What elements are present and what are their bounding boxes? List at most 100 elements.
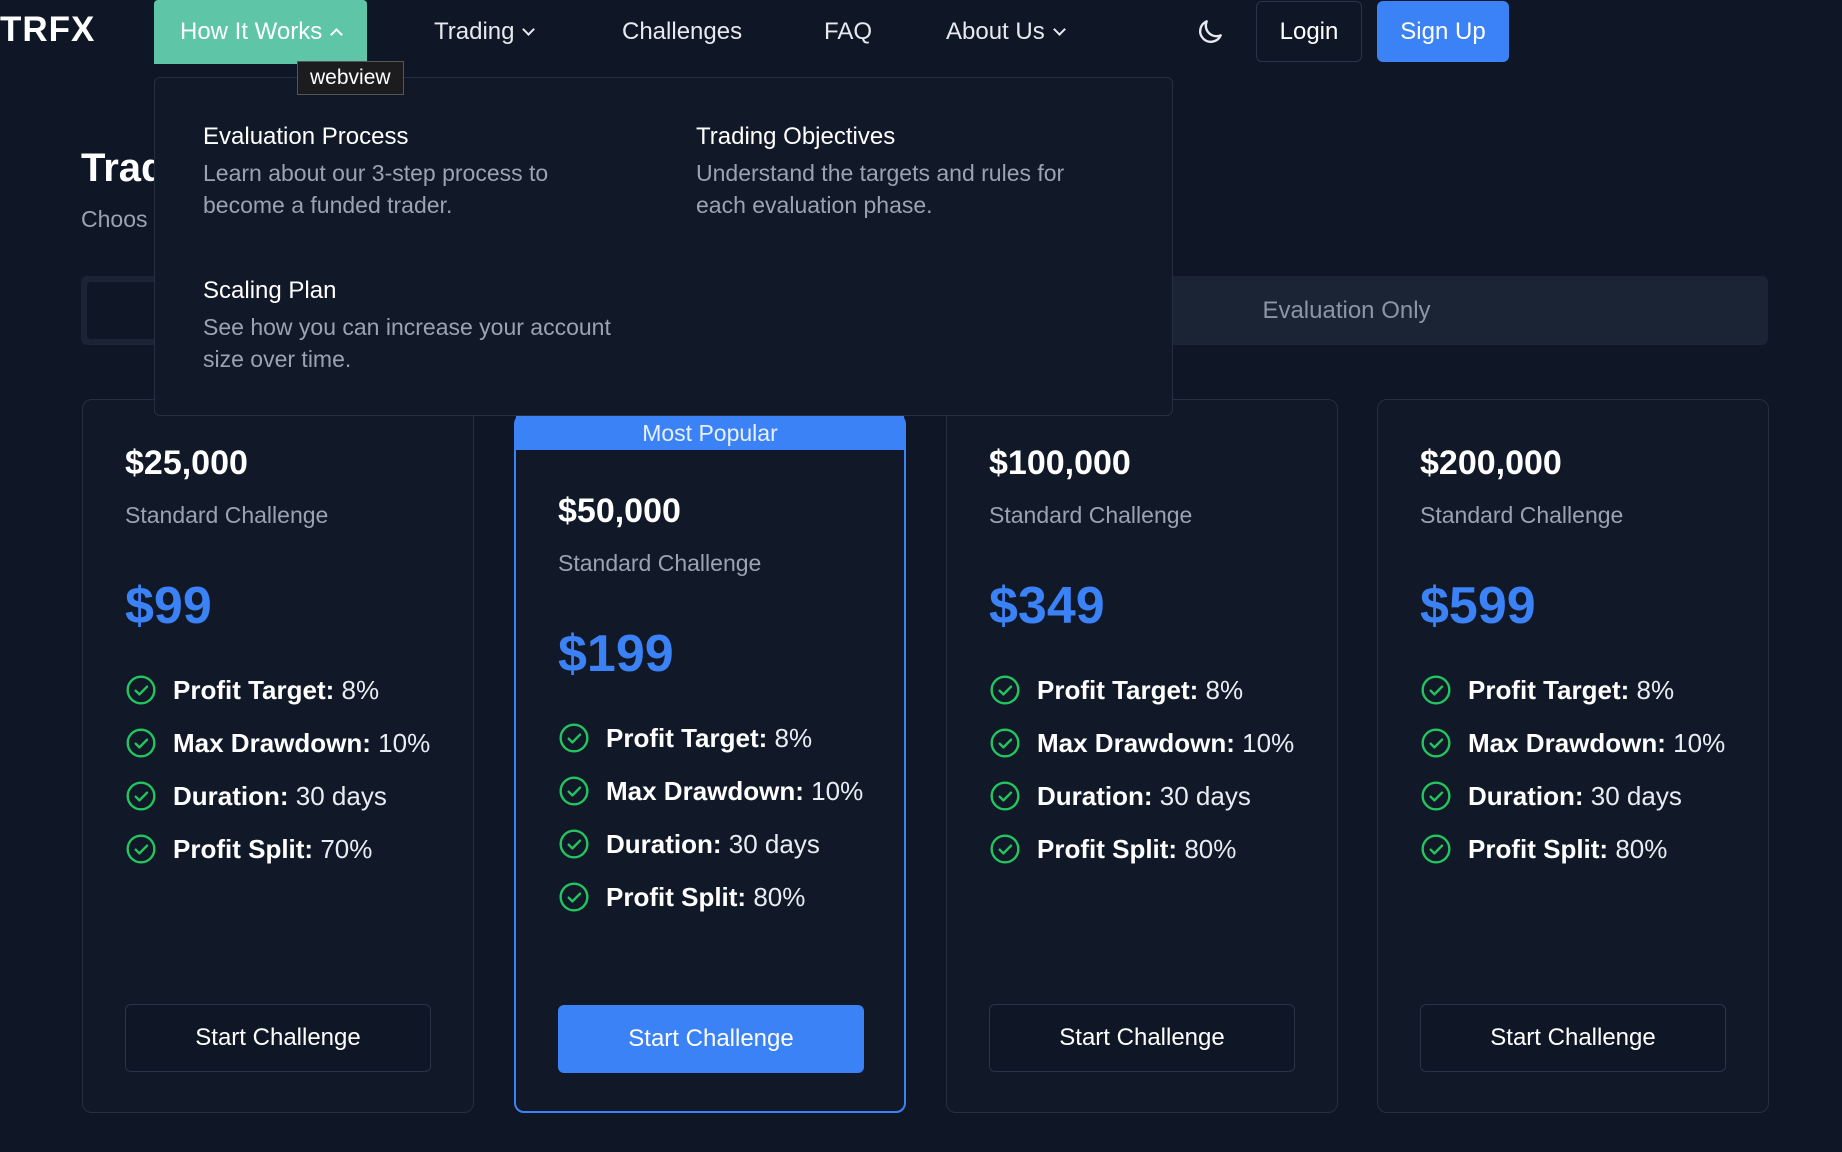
check-circle-icon — [559, 723, 589, 753]
feature-label: Max Drawdown: — [173, 728, 371, 758]
check-circle-icon — [126, 728, 156, 758]
feature-value: 10% — [811, 776, 864, 806]
plan-type: Standard Challenge — [558, 550, 762, 576]
sign-up-button[interactable]: Sign Up — [1377, 1, 1509, 62]
nav-challenges-label: Challenges — [622, 18, 743, 45]
check-circle-icon — [1421, 781, 1451, 811]
check-circle-icon — [126, 781, 156, 811]
plan-card-50k: Most Popular $50,000 Standard Challenge … — [514, 414, 906, 1113]
plan-amount: $100,000 — [989, 444, 1131, 482]
plan-type: Standard Challenge — [125, 502, 329, 528]
check-circle-icon — [990, 781, 1020, 811]
chevron-up-icon — [330, 28, 344, 41]
nav-challenges[interactable]: Challenges — [596, 0, 768, 64]
plan-features: Profit Target: 8% Max Drawdown: 10% Dura… — [1420, 670, 1740, 882]
plan-type: Standard Challenge — [989, 502, 1193, 528]
feature-value: 80% — [1184, 834, 1237, 864]
page-title: Trad — [81, 146, 166, 190]
feature-label: Duration: — [606, 829, 722, 859]
dropdown-item-trading-objectives[interactable]: Trading Objectives Understand the target… — [696, 123, 1116, 221]
feature-item: Profit Split: 80% — [1420, 829, 1740, 869]
nav-about-us-label: About Us — [946, 18, 1045, 45]
feature-label: Profit Target: — [1468, 675, 1630, 705]
check-circle-icon — [1421, 675, 1451, 705]
nav-trading-label: Trading — [434, 18, 515, 45]
plan-features: Profit Target: 8% Max Drawdown: 10% Dura… — [125, 670, 445, 882]
feature-value: 10% — [1673, 728, 1726, 758]
plan-price: $349 — [989, 577, 1105, 635]
feature-label: Profit Target: — [606, 723, 768, 753]
feature-value: 70% — [320, 834, 373, 864]
dropdown-item-title: Scaling Plan — [203, 277, 337, 304]
start-challenge-button[interactable]: Start Challenge — [1420, 1004, 1726, 1072]
feature-value: 8% — [341, 675, 380, 705]
plan-features: Profit Target: 8% Max Drawdown: 10% Dura… — [989, 670, 1309, 882]
feature-item: Max Drawdown: 10% — [558, 771, 878, 811]
feature-value: 80% — [1615, 834, 1668, 864]
nav-how-it-works-label: How It Works — [180, 18, 323, 45]
feature-value: 30 days — [1590, 781, 1682, 811]
plan-amount: $25,000 — [125, 444, 248, 482]
feature-label: Max Drawdown: — [1468, 728, 1666, 758]
dropdown-item-title: Trading Objectives — [696, 123, 896, 150]
plan-features: Profit Target: 8% Max Drawdown: 10% Dura… — [558, 718, 878, 930]
check-circle-icon — [126, 834, 156, 864]
feature-item: Max Drawdown: 10% — [989, 723, 1309, 763]
check-circle-icon — [126, 675, 156, 705]
feature-label: Profit Target: — [1037, 675, 1199, 705]
feature-label: Profit Target: — [173, 675, 335, 705]
plan-card-100k: $100,000 Standard Challenge $349 Profit … — [946, 399, 1338, 1113]
nav-about-us[interactable]: About Us — [920, 0, 1090, 64]
moon-icon[interactable] — [1194, 16, 1226, 48]
feature-item: Profit Split: 70% — [125, 829, 445, 869]
nav-faq[interactable]: FAQ — [798, 0, 898, 64]
feature-item: Profit Target: 8% — [125, 670, 445, 710]
brand-logo[interactable]: TRFX — [0, 10, 95, 50]
feature-item: Duration: 30 days — [1420, 776, 1740, 816]
feature-value: 10% — [378, 728, 431, 758]
feature-value: 8% — [1205, 675, 1244, 705]
plan-price: $199 — [558, 625, 674, 683]
feature-item: Max Drawdown: 10% — [125, 723, 445, 763]
feature-item: Max Drawdown: 10% — [1420, 723, 1740, 763]
plan-price: $599 — [1420, 577, 1536, 635]
nav-trading[interactable]: Trading — [408, 0, 559, 64]
feature-label: Max Drawdown: — [606, 776, 804, 806]
check-circle-icon — [1421, 834, 1451, 864]
feature-label: Profit Split: — [1037, 834, 1178, 864]
page-subtitle: Choos — [81, 206, 148, 232]
start-challenge-button[interactable]: Start Challenge — [558, 1005, 864, 1073]
check-circle-icon — [990, 675, 1020, 705]
most-popular-badge: Most Popular — [516, 416, 904, 450]
feature-item: Profit Split: 80% — [558, 877, 878, 917]
feature-item: Profit Target: 8% — [989, 670, 1309, 710]
check-circle-icon — [990, 728, 1020, 758]
feature-label: Max Drawdown: — [1037, 728, 1235, 758]
feature-item: Profit Target: 8% — [1420, 670, 1740, 710]
feature-label: Duration: — [173, 781, 289, 811]
feature-value: 10% — [1242, 728, 1295, 758]
dropdown-item-desc: Learn about our 3-step process to become… — [203, 160, 549, 218]
start-challenge-button[interactable]: Start Challenge — [125, 1004, 431, 1072]
feature-label: Profit Split: — [173, 834, 314, 864]
nav-how-it-works[interactable]: How It Works — [154, 0, 368, 64]
dropdown-item-desc: See how you can increase your account si… — [203, 314, 611, 372]
check-circle-icon — [559, 829, 589, 859]
feature-value: 30 days — [1159, 781, 1251, 811]
feature-label: Profit Split: — [1468, 834, 1609, 864]
login-button[interactable]: Login — [1256, 1, 1362, 62]
dropdown-item-scaling-plan[interactable]: Scaling Plan See how you can increase yo… — [203, 277, 623, 375]
dropdown-item-desc: Understand the targets and rules for eac… — [696, 160, 1065, 218]
check-circle-icon — [559, 776, 589, 806]
feature-item: Profit Target: 8% — [558, 718, 878, 758]
start-challenge-button[interactable]: Start Challenge — [989, 1004, 1295, 1072]
feature-value: 8% — [1636, 675, 1675, 705]
tooltip: webview — [297, 61, 404, 95]
plan-type: Standard Challenge — [1420, 502, 1624, 528]
check-circle-icon — [1421, 728, 1451, 758]
check-circle-icon — [559, 882, 589, 912]
plan-amount: $50,000 — [558, 492, 681, 530]
how-it-works-dropdown: Evaluation Process Learn about our 3-ste… — [154, 77, 1173, 416]
dropdown-item-evaluation-process[interactable]: Evaluation Process Learn about our 3-ste… — [203, 123, 623, 221]
plan-price: $99 — [125, 577, 212, 635]
